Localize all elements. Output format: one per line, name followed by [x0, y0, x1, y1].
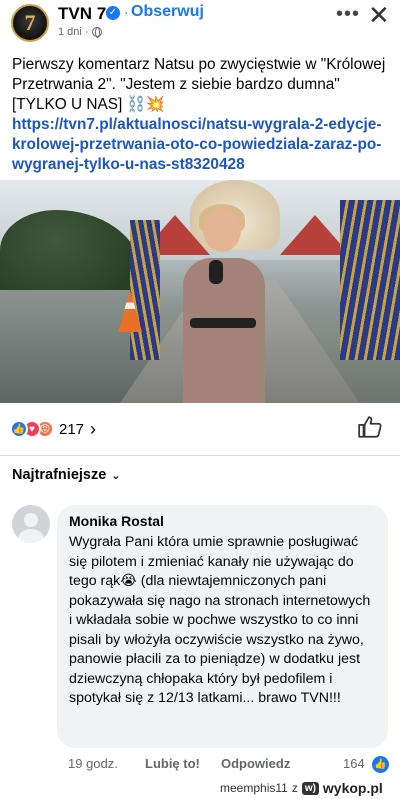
commenter-avatar[interactable]	[12, 505, 50, 543]
follow-button[interactable]: Obserwuj	[131, 3, 204, 21]
avatar-body	[18, 529, 44, 543]
post-body: Pierwszy komentarz Natsu po zwycięstwie …	[12, 55, 390, 175]
post-meta: 1 dni ·	[58, 26, 102, 38]
separator-dot: ·	[124, 4, 129, 20]
divider	[0, 455, 400, 456]
post-time[interactable]: 1 dni	[58, 26, 82, 38]
image-gate-left	[130, 220, 160, 360]
post-image[interactable]	[0, 180, 400, 403]
watermark-site: wykop.pl	[322, 780, 383, 796]
sort-label: Najtrafniejsze	[12, 467, 107, 483]
reactions-summary[interactable]: 👍 ♥ 😡 217 ›	[10, 418, 96, 440]
comment-sort-dropdown[interactable]: Najtrafniejsze ⌄	[12, 467, 121, 483]
page-name[interactable]: TVN 7	[58, 4, 106, 24]
like-reaction-icon: 👍	[372, 756, 389, 773]
reaction-count: 217	[59, 420, 85, 438]
image-person-belt	[190, 318, 256, 328]
watermark-user: meemphis11	[220, 781, 288, 795]
comment-like-button[interactable]: Lubię to!	[145, 756, 200, 771]
globe-icon	[91, 27, 102, 38]
comment-reply-button[interactable]: Odpowiedz	[221, 756, 290, 771]
comment-author[interactable]: Monika Rostal	[69, 513, 376, 529]
chevron-right-icon: ›	[90, 418, 97, 439]
page-avatar[interactable]: 7	[11, 4, 49, 42]
comment-like-count[interactable]: 164	[343, 756, 365, 771]
post-link[interactable]: https://tvn7.pl/aktualnosci/natsu-wygral…	[12, 115, 390, 175]
watermark-z: z	[291, 781, 298, 795]
comment-bubble: Monika Rostal Wygrała Pani która umie sp…	[57, 505, 388, 748]
thumbs-up-icon[interactable]	[357, 414, 383, 440]
like-reaction-icon: 👍	[10, 420, 28, 438]
comment-time: 19 godz.	[68, 756, 118, 771]
image-microphone	[209, 260, 223, 284]
image-person-body	[183, 258, 265, 403]
wykop-logo-icon: w)	[301, 781, 319, 795]
chevron-down-icon: ⌄	[111, 469, 121, 482]
meta-dot: ·	[84, 26, 89, 38]
avatar-logo: 7	[24, 10, 36, 35]
verified-badge-icon: ✓	[106, 6, 120, 20]
comment-text: Wygrała Pani która umie sprawnie posługi…	[69, 534, 371, 706]
more-options-button[interactable]: •••	[336, 3, 360, 26]
avatar-head	[24, 513, 38, 527]
close-button[interactable]: ✕	[368, 0, 390, 31]
watermark: meemphis11 z w) wykop.pl	[220, 779, 383, 797]
post-text: Pierwszy komentarz Natsu po zwycięstwie …	[12, 56, 386, 113]
post-header: 7 TVN 7 ✓ · Obserwuj 1 dni · ••• ✕	[0, 0, 400, 44]
image-gate-right	[340, 200, 400, 360]
image-person-head	[203, 208, 241, 252]
